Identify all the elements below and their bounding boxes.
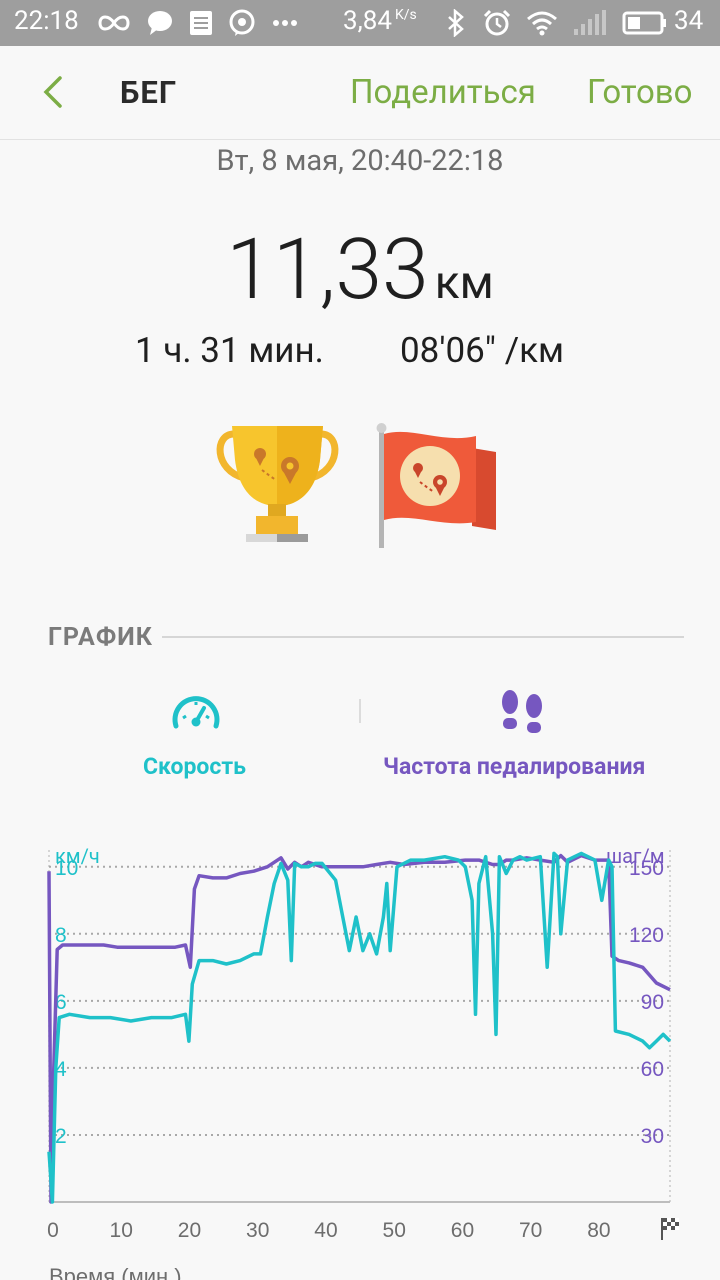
back-arrow-icon[interactable]	[38, 72, 68, 112]
x-tick-label: 50	[383, 1219, 406, 1242]
status-time: 22:18	[14, 6, 79, 36]
battery-icon	[622, 11, 666, 35]
distance-unit: км	[434, 256, 494, 310]
alarm-icon	[483, 9, 511, 36]
distance-value: 11,33	[226, 220, 429, 319]
workout-datetime: Вт, 8 мая, 20:40-22:18	[216, 144, 504, 178]
x-tick-label: 40	[314, 1219, 337, 1242]
chat-icon	[148, 11, 172, 35]
status-bar: 22:18 3,84 K/s 34	[0, 0, 720, 46]
more-notifications-icon	[273, 20, 297, 26]
finish-flag-icon	[661, 1218, 679, 1240]
infinity-icon	[98, 15, 130, 31]
battery-percent: 34	[674, 6, 704, 36]
tab-speed[interactable]: Скорость	[143, 753, 246, 780]
cadence-line	[47, 853, 671, 1204]
x-tick-label: 0	[47, 1219, 59, 1242]
x-tick-label: 70	[519, 1219, 542, 1242]
app-bar: БЕГ Поделиться Готово	[0, 46, 720, 140]
y-right-tick-label: 120	[629, 924, 664, 947]
x-tick-label: 10	[110, 1219, 133, 1242]
x-tick-label: 30	[246, 1219, 269, 1242]
y-left-tick-label: 10	[55, 857, 78, 880]
y-right-tick-label: 60	[641, 1058, 664, 1081]
speedometer-icon[interactable]	[171, 688, 221, 734]
footsteps-icon[interactable]	[497, 688, 547, 734]
x-tick-label: 60	[451, 1219, 474, 1242]
network-speed: 3,84 K/s	[343, 6, 417, 36]
notes-icon	[190, 11, 212, 35]
distance-display: 11,33 км	[0, 220, 720, 319]
tab-cadence[interactable]: Частота педалирования	[383, 753, 645, 780]
trophy-icon[interactable]	[210, 420, 345, 550]
pace-value: 08'06" /км	[400, 330, 565, 371]
x-tick-label: 80	[587, 1219, 610, 1242]
flag-icon[interactable]	[372, 418, 502, 553]
workout-chart[interactable]: км/ч шаг/м 2 30 4 60 6 90 8 120 10 150 0 10 20 30 40 50…	[0, 830, 720, 1280]
section-divider	[162, 636, 684, 638]
graph-section-label: ГРАФИК	[48, 623, 153, 652]
y-right-tick-label: 150	[629, 857, 664, 880]
y-right-tick-label: 30	[641, 1125, 664, 1148]
x-tick-label: 20	[178, 1219, 201, 1242]
done-button[interactable]: Готово	[587, 73, 693, 112]
signal-icon	[574, 10, 606, 35]
viber-icon	[229, 9, 255, 36]
speed-line	[47, 851, 672, 1204]
wifi-icon	[527, 11, 557, 36]
x-axis-label: Время (мин.)	[49, 1264, 182, 1280]
y-left-tick-label: 2	[55, 1125, 67, 1148]
bluetooth-icon	[448, 9, 464, 37]
tab-separator	[359, 699, 361, 723]
page-title: БЕГ	[120, 74, 178, 111]
share-button[interactable]: Поделиться	[350, 73, 536, 112]
duration-value: 1 ч. 31 мин.	[135, 330, 324, 371]
y-right-tick-label: 90	[641, 991, 664, 1014]
chart-plot: 2 304 606 908 12010 1500 10 20 30 40 50 60 70 80Время…	[47, 850, 679, 1280]
